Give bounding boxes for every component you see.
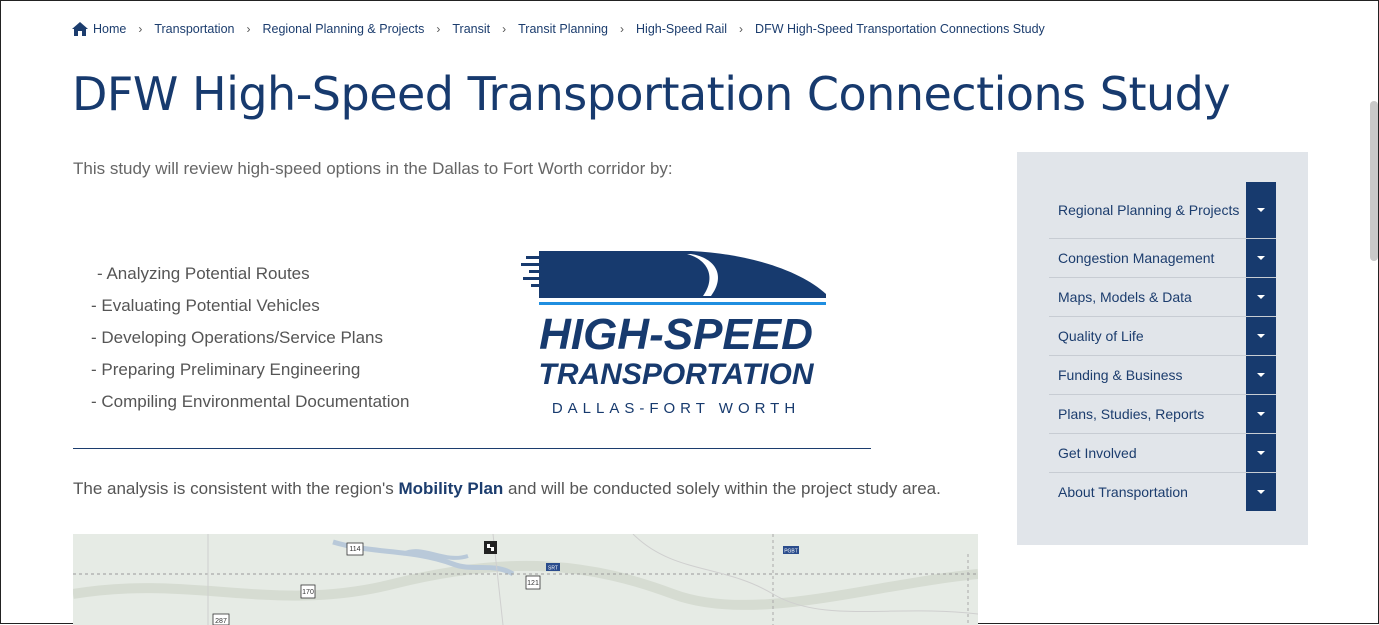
map-label-121: 121 [527,580,539,587]
logo-line-1: HIGH-SPEED [539,310,813,359]
sidebar-item-label[interactable]: Plans, Studies, Reports [1049,406,1243,423]
sidebar-item-get-involved[interactable]: Get Involved [1049,434,1276,473]
caret-down-icon[interactable] [1246,473,1276,511]
chevron-right-icon: › [246,22,251,36]
caret-down-icon[interactable] [1246,395,1276,433]
home-icon[interactable] [71,21,89,37]
sidebar-item-maps-models-data[interactable]: Maps, Models & Data [1049,278,1276,317]
sidebar-item-plans-studies-reports[interactable]: Plans, Studies, Reports [1049,395,1276,434]
breadcrumb-transportation[interactable]: Transportation [154,22,234,36]
sidebar-item-regional-planning[interactable]: Regional Planning & Projects [1049,182,1276,239]
analysis-text: The analysis is consistent with the regi… [73,473,973,504]
study-area-map[interactable]: 114 121 170 SRT PGBT 287 [73,534,978,625]
sidebar-item-label[interactable]: About Transportation [1049,484,1243,501]
sidebar-item-congestion-management[interactable]: Congestion Management [1049,239,1276,278]
breadcrumb-home[interactable]: Home [93,22,126,36]
list-item: - Compiling Environmental Documentation [91,392,410,411]
sidebar-item-label[interactable]: Quality of Life [1049,328,1243,345]
breadcrumb-high-speed-rail[interactable]: High-Speed Rail [636,22,727,36]
sidebar-item-funding-business[interactable]: Funding & Business [1049,356,1276,395]
chevron-right-icon: › [436,22,441,36]
intro-text: This study will review high-speed option… [73,159,673,178]
logo-line-2: TRANSPORTATION [539,358,815,391]
page-title: DFW High-Speed Transportation Connection… [72,67,1231,121]
section-divider [73,448,871,449]
map-label-srt: SRT [548,566,558,572]
map-label-pgbt: PGBT [784,549,798,555]
analysis-text-after: and will be conducted solely within the … [503,479,941,498]
list-item: - Preparing Preliminary Engineering [91,360,361,379]
breadcrumb-transit[interactable]: Transit [452,22,490,36]
caret-down-icon[interactable] [1246,356,1276,394]
chevron-right-icon: › [739,22,744,36]
map-label-170: 170 [302,589,314,596]
map-marker [484,541,497,554]
chevron-right-icon: › [502,22,507,36]
chevron-right-icon: › [138,22,143,36]
sidebar: Regional Planning & Projects Congestion … [1017,152,1308,545]
sidebar-item-label[interactable]: Get Involved [1049,445,1243,462]
chevron-right-icon: › [620,22,625,36]
breadcrumb-regional-planning[interactable]: Regional Planning & Projects [262,22,424,36]
logo-line-3: DALLAS-FORT WORTH [552,400,800,417]
caret-down-icon[interactable] [1246,434,1276,472]
list-item: - Analyzing Potential Routes [97,264,310,283]
task-list: - Analyzing Potential Routes - Evaluatin… [91,258,409,418]
breadcrumb-current: DFW High-Speed Transportation Connection… [755,22,1045,36]
sidebar-item-label[interactable]: Regional Planning & Projects [1049,202,1243,219]
list-item: - Developing Operations/Service Plans [91,328,383,347]
mobility-plan-link[interactable]: Mobility Plan [398,479,503,498]
sidebar-item-label[interactable]: Funding & Business [1049,367,1243,384]
map-image: 114 121 170 SRT PGBT 287 [73,534,978,625]
analysis-text-before: The analysis is consistent with the regi… [73,479,399,498]
high-speed-transportation-logo: HIGH-SPEED TRANSPORTATION DALLAS-FORT WO… [521,251,826,417]
sidebar-menu: Regional Planning & Projects Congestion … [1049,182,1276,511]
scrollbar-thumb[interactable] [1370,101,1378,261]
sidebar-item-label[interactable]: Maps, Models & Data [1049,289,1243,306]
breadcrumb: Home › Transportation › Regional Plannin… [71,19,1045,39]
caret-down-icon[interactable] [1246,239,1276,277]
caret-down-icon[interactable] [1246,317,1276,355]
breadcrumb-transit-planning[interactable]: Transit Planning [518,22,608,36]
map-label-114: 114 [349,546,360,553]
caret-down-icon[interactable] [1246,278,1276,316]
list-item: - Evaluating Potential Vehicles [91,296,320,315]
caret-down-icon[interactable] [1246,182,1276,238]
sidebar-item-about-transportation[interactable]: About Transportation [1049,473,1276,511]
sidebar-item-quality-of-life[interactable]: Quality of Life [1049,317,1276,356]
sidebar-item-label[interactable]: Congestion Management [1049,250,1243,267]
